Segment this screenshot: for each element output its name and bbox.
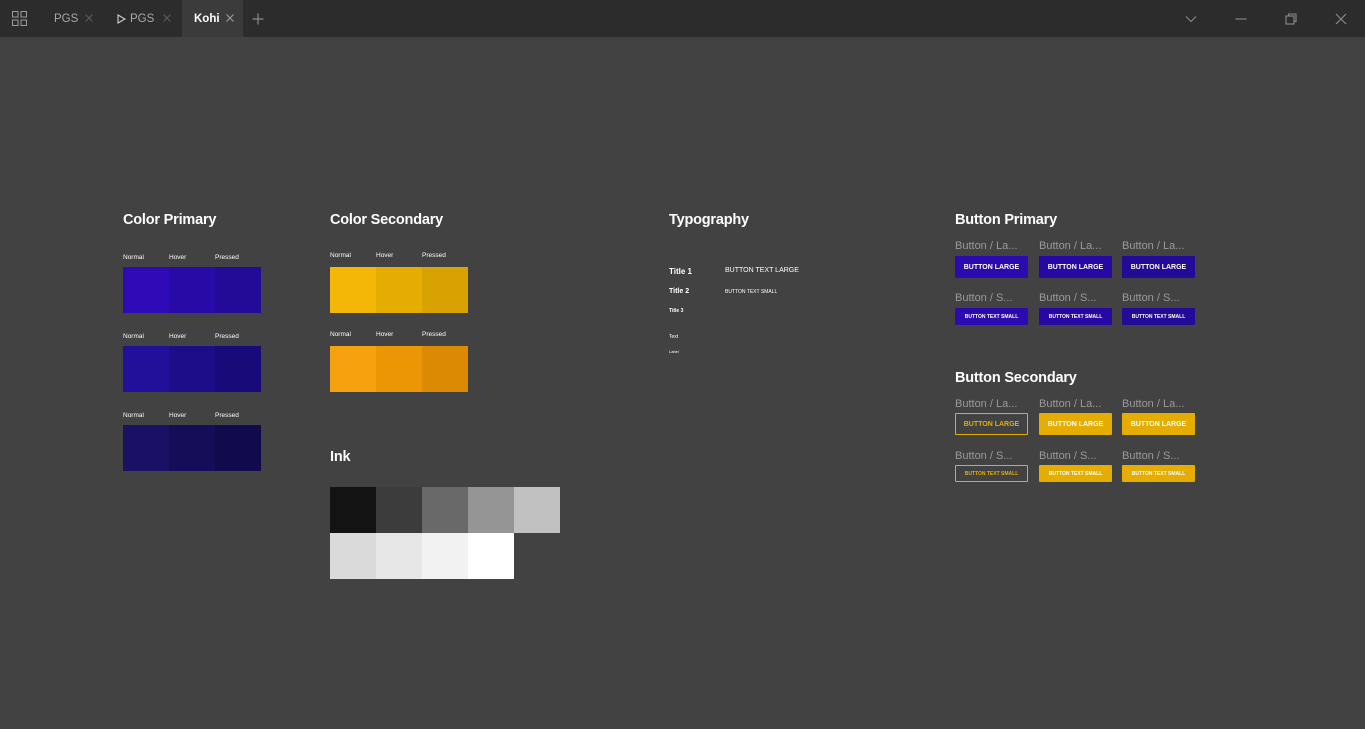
secondary-button-small-filled[interactable]: BUTTON TEXT SMALL	[1122, 465, 1195, 482]
secondary-button-large-filled[interactable]: BUTTON LARGE	[1122, 413, 1195, 435]
state-label-hover: Hover	[169, 254, 187, 261]
component-label: Button / La...	[955, 398, 1018, 410]
ink-swatch[interactable]	[468, 487, 514, 533]
secondary-button-small-filled[interactable]: BUTTON TEXT SMALL	[1039, 465, 1112, 482]
tab-close-icon[interactable]	[224, 12, 236, 24]
ink-swatch[interactable]	[330, 533, 376, 579]
ink-swatch[interactable]	[330, 487, 376, 533]
tab-close-icon[interactable]	[161, 12, 173, 24]
primary-button-large-pressed[interactable]: BUTTON LARGE	[1122, 256, 1195, 278]
chevron-down-icon[interactable]	[1184, 12, 1198, 26]
secondary-button-small-outline[interactable]: BUTTON TEXT SMALL	[955, 465, 1028, 482]
state-label-normal: Normal	[330, 331, 351, 338]
state-label-hover: Hover	[169, 412, 187, 419]
component-label: Button / S...	[955, 450, 1013, 462]
ink-swatch[interactable]	[422, 487, 468, 533]
primary-swatch[interactable]	[169, 267, 215, 313]
state-label-normal: Normal	[330, 252, 351, 259]
tab-kohi[interactable]: Kohi	[182, 0, 243, 37]
secondary-button-large-outline[interactable]: BUTTON LARGE	[955, 413, 1028, 435]
restore-icon[interactable]	[1284, 12, 1298, 26]
secondary-swatch[interactable]	[330, 346, 376, 392]
type-sample-button-large: BUTTON TEXT LARGE	[725, 267, 799, 274]
primary-swatch[interactable]	[215, 425, 261, 471]
state-label-pressed: Pressed	[215, 412, 239, 419]
component-label: Button / La...	[1122, 398, 1185, 410]
plus-icon[interactable]	[251, 12, 265, 26]
ink-swatch[interactable]	[376, 533, 422, 579]
component-label: Button / La...	[1122, 240, 1185, 252]
ink-title: Ink	[330, 449, 351, 465]
play-icon	[117, 14, 126, 24]
primary-swatch[interactable]	[123, 346, 169, 392]
type-sample-title2: Title 2	[669, 288, 690, 295]
tab-label: PGS	[130, 12, 155, 25]
component-label: Button / S...	[955, 292, 1013, 304]
primary-swatch[interactable]	[123, 425, 169, 471]
state-label-hover: Hover	[376, 331, 394, 338]
type-sample-title3: Title 3	[669, 308, 684, 314]
tab-label: Kohi	[194, 12, 220, 25]
state-label-normal: Normal	[123, 254, 144, 261]
color-primary-title: Color Primary	[123, 212, 217, 228]
type-sample-text: Text	[669, 334, 679, 340]
button-secondary-title: Button Secondary	[955, 370, 1077, 386]
ink-swatch[interactable]	[514, 487, 560, 533]
primary-button-small-hover[interactable]: BUTTON TEXT SMALL	[1039, 308, 1112, 325]
primary-button-large-hover[interactable]: BUTTON LARGE	[1039, 256, 1112, 278]
tab-pgs-2[interactable]: PGS	[100, 0, 182, 37]
component-label: Button / La...	[1039, 240, 1102, 252]
primary-button-small-normal[interactable]: BUTTON TEXT SMALL	[955, 308, 1028, 325]
primary-swatch[interactable]	[169, 425, 215, 471]
component-label: Button / La...	[1039, 398, 1102, 410]
state-label-normal: Normal	[123, 333, 144, 340]
primary-swatch[interactable]	[123, 267, 169, 313]
component-label: Button / S...	[1039, 450, 1097, 462]
color-secondary-title: Color Secondary	[330, 212, 444, 228]
state-label-pressed: Pressed	[422, 331, 446, 338]
ink-swatch[interactable]	[422, 533, 468, 579]
type-sample-label: Label	[669, 349, 679, 354]
secondary-swatch[interactable]	[376, 346, 422, 392]
primary-button-small-pressed[interactable]: BUTTON TEXT SMALL	[1122, 308, 1195, 325]
secondary-swatch[interactable]	[422, 267, 468, 313]
title-bar: PGS PGS Kohi	[0, 0, 1365, 37]
state-label-pressed: Pressed	[215, 333, 239, 340]
secondary-button-large-filled[interactable]: BUTTON LARGE	[1039, 413, 1112, 435]
component-label: Button / La...	[955, 240, 1018, 252]
button-primary-title: Button Primary	[955, 212, 1057, 228]
state-label-normal: Normal	[123, 412, 144, 419]
typography-title: Typography	[669, 212, 749, 228]
tab-pgs-1[interactable]: PGS	[40, 0, 100, 37]
state-label-pressed: Pressed	[215, 254, 239, 261]
ink-swatch[interactable]	[376, 487, 422, 533]
tab-close-icon[interactable]	[83, 12, 95, 24]
primary-swatch[interactable]	[215, 346, 261, 392]
type-sample-title1: Title 1	[669, 267, 692, 276]
state-label-hover: Hover	[169, 333, 187, 340]
grid-menu-icon[interactable]	[12, 11, 27, 26]
secondary-swatch[interactable]	[376, 267, 422, 313]
primary-swatch[interactable]	[169, 346, 215, 392]
minimize-icon[interactable]	[1234, 12, 1248, 26]
tab-label: PGS	[54, 12, 79, 25]
ink-swatch[interactable]	[468, 533, 514, 579]
state-label-hover: Hover	[376, 252, 394, 259]
component-label: Button / S...	[1122, 450, 1180, 462]
component-label: Button / S...	[1039, 292, 1097, 304]
primary-button-large-normal[interactable]: BUTTON LARGE	[955, 256, 1028, 278]
state-label-pressed: Pressed	[422, 252, 446, 259]
primary-swatch[interactable]	[215, 267, 261, 313]
secondary-swatch[interactable]	[422, 346, 468, 392]
component-label: Button / S...	[1122, 292, 1180, 304]
secondary-swatch[interactable]	[330, 267, 376, 313]
type-sample-button-small: BUTTON TEXT SMALL	[725, 289, 778, 295]
close-icon[interactable]	[1334, 12, 1348, 26]
